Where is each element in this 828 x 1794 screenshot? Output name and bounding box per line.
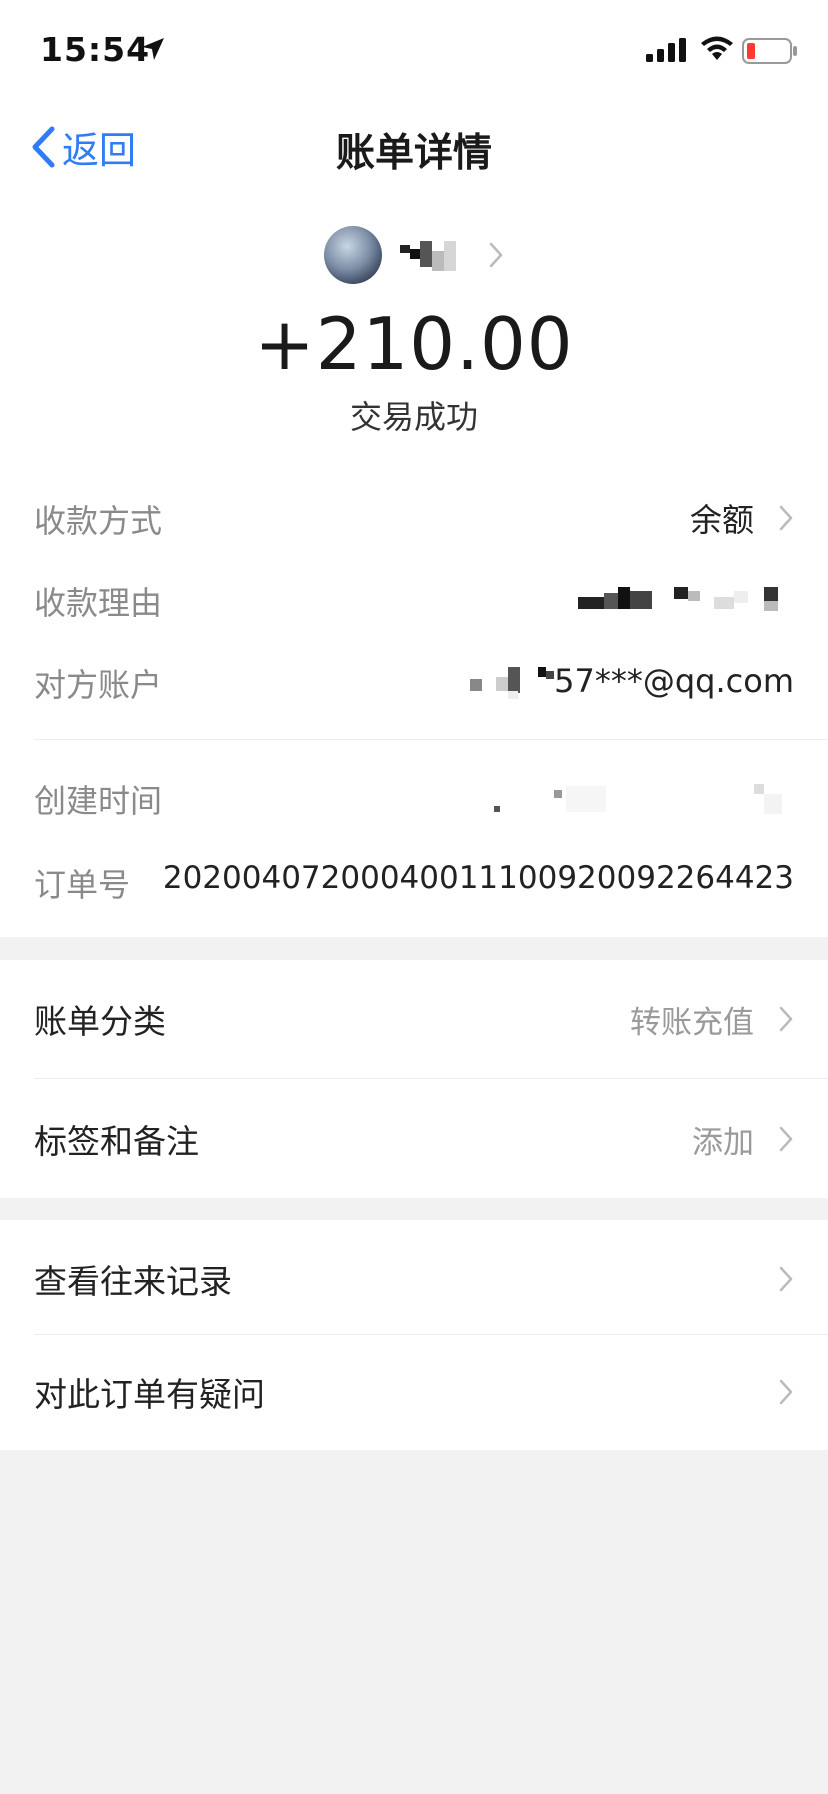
chevron-right-icon <box>779 505 793 531</box>
bill-settings-section: 账单分类 转账充值 标签和备注 添加 <box>0 960 828 1198</box>
location-arrow-icon <box>140 36 166 66</box>
order-question-label: 对此订单有疑问 <box>34 1375 265 1414</box>
order-question-chevron <box>754 1334 794 1450</box>
payment-method-text: 余额 <box>689 501 754 539</box>
chevron-right-icon <box>779 1266 793 1292</box>
detail-label-payment-method: 收款方式 <box>34 502 163 540</box>
more-actions-section: 查看往来记录 对此订单有疑问 <box>0 1220 828 1450</box>
view-history-chevron <box>754 1220 794 1338</box>
detail-label-account: 对方账户 <box>34 666 163 704</box>
order-question-row[interactable]: 对此订单有疑问 <box>0 1334 828 1450</box>
transaction-amount: +210.00 <box>254 302 574 386</box>
detail-label-reason: 收款理由 <box>34 584 163 622</box>
tags-notes-value: 添加 <box>692 1080 794 1198</box>
reason-value-redacted <box>578 580 794 620</box>
chevron-right-icon <box>779 1006 793 1032</box>
payer-name-redacted <box>396 235 468 275</box>
payment-method-value[interactable]: 余额 <box>690 490 794 546</box>
bill-category-row[interactable]: 账单分类 转账充值 <box>0 960 828 1078</box>
transaction-status: 交易成功 <box>349 398 478 436</box>
chevron-right-icon <box>779 1126 793 1152</box>
account-text: 57***@qq.com <box>554 662 794 700</box>
counterparty-account-value: 57***@qq.com <box>470 656 794 706</box>
status-time: 15:54 <box>40 30 151 69</box>
divider <box>34 1078 828 1079</box>
battery-icon <box>742 38 798 68</box>
wifi-icon <box>700 36 734 66</box>
avatar <box>324 226 382 284</box>
tags-notes-label: 标签和备注 <box>34 1122 199 1161</box>
bill-category-label: 账单分类 <box>34 1002 166 1041</box>
cellular-signal-icon <box>646 38 688 66</box>
view-history-label: 查看往来记录 <box>34 1262 232 1301</box>
chevron-right-icon <box>779 1379 793 1405</box>
order-number-value: 20200407200040011100920092264423 <box>162 860 794 896</box>
payer-profile-link[interactable] <box>0 226 828 284</box>
view-history-row[interactable]: 查看往来记录 <box>0 1220 828 1338</box>
bill-category-value: 转账充值 <box>630 960 794 1078</box>
divider <box>34 739 828 740</box>
created-time-value-redacted <box>494 778 794 818</box>
detail-label-created-time: 创建时间 <box>34 782 163 820</box>
tags-notes-row[interactable]: 标签和备注 添加 <box>0 1080 828 1198</box>
chevron-right-icon <box>489 242 503 268</box>
status-bar: 15:54 <box>0 0 828 100</box>
detail-label-order-number: 订单号 <box>34 866 131 904</box>
page-title: 账单详情 <box>335 131 492 176</box>
